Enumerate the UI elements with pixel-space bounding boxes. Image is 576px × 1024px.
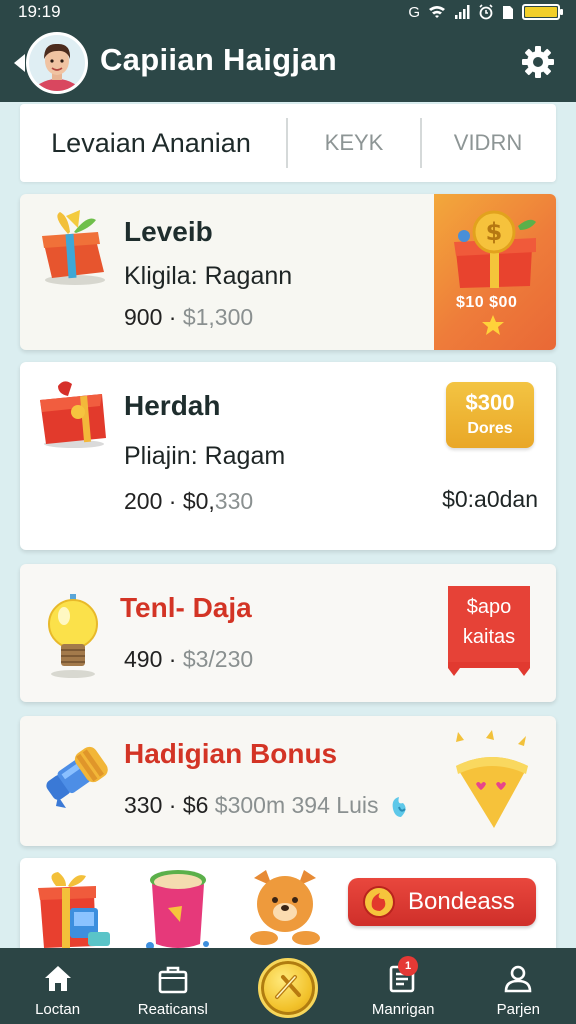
offer-price: 490 · $3/230 [124,646,253,673]
gift-box-icon [42,210,105,285]
ribbon-line-1: $apo [466,596,512,618]
nav-label: Manrigan [371,1001,435,1018]
offer-card-herdah[interactable]: Herdah Pliajin: Ragam 200 · $0,330 $300 … [20,362,556,550]
coin-icon[interactable] [258,958,318,1018]
g-icon: G [408,3,420,21]
avatar-portrait [29,35,85,91]
wifi-icon [429,6,445,18]
price-muted: 330 [214,488,254,514]
tab-levaian-ananian[interactable]: Levaian Ananian [20,104,286,182]
coin-emblem [275,975,301,999]
offer-subtitle: Kligila: Ragann [124,262,293,290]
offer-amount: $0:a0dan [442,486,538,512]
price-main: 490 · [124,646,177,672]
red-gift-box-icon [40,381,106,448]
paint-bucket-icon [146,870,209,950]
app-header: Capiian Haigjan [0,24,576,102]
price-main: 200 · $0, [124,488,215,514]
badge-amount: $300 [465,390,515,415]
app-title: Capiian Haigjan [100,42,338,77]
home-icon [44,966,71,991]
battery-icon [522,4,563,20]
price-muted: $3/230 [176,646,254,672]
tab-keyk[interactable]: KEYK [288,104,420,182]
status-bar: 19:19 G [0,0,576,24]
badge-label: Dores [467,420,513,437]
bag-icon [158,966,188,994]
nav-label: Parjen [496,1001,541,1018]
telescope-icon [46,746,108,808]
offer-title: Tenl- Daja [120,592,252,623]
offer-price: 330 · $6 $300m 394 Luis [124,792,411,819]
nav-item-parjen[interactable]: Parjen [461,948,576,1024]
flame-badge-icon [363,886,395,918]
star-icon [482,315,504,335]
ribbon-text: $apo kaitas [444,592,534,652]
lightbulb-icon [48,594,98,678]
status-time: 19:19 [18,2,61,21]
price-main: 330 · $6 [124,792,209,818]
price-main: 900 · [124,304,177,330]
nav-item-loctan[interactable]: Loctan [0,948,115,1024]
notification-badge: 1 [398,956,418,976]
rewards-card[interactable]: Bondeass [20,858,556,958]
offer-card-tenl-daja[interactable]: Tenl- Daja 490 · $3/230 $apo kaitas [20,564,556,702]
svg-text:$: $ [486,218,503,246]
nav-label: Loctan [35,1001,81,1018]
offer-subtitle: Pliajin: Ragam [124,442,286,470]
offer-card-hadigian-bonus[interactable]: Hadigian Bonus 330 · $6 $300m 394 Luis [20,716,556,846]
bear-icon [250,870,320,945]
gift-tablet-icon [38,872,110,948]
battery-level-fill [525,7,558,17]
offer-card-leveib[interactable]: Leveib Kligila: Ragann 900 · $1,300 $ $1… [20,194,556,350]
avatar[interactable] [26,32,88,94]
price-badge[interactable]: $300 Dores [446,382,534,448]
status-icons: G [408,3,563,21]
wave-icon [392,796,406,817]
tab-bar: Levaian Ananian KEYK VIDRN [20,104,556,182]
nav-label: Reaticansl [137,1001,208,1018]
alarm-icon [479,4,493,20]
ribbon-line-2: kaitas [462,626,516,648]
offer-price: 900 · $1,300 [124,304,253,331]
tab-vidrn[interactable]: VIDRN [422,104,554,182]
gear-icon[interactable] [520,44,556,80]
promo-panel[interactable]: $ $10 $00 [434,194,556,350]
sale-ribbon[interactable]: $apo kaitas [444,584,534,678]
profile-icon [505,965,532,993]
coin-gift-icon: $ [454,210,536,288]
offer-title: Herdah [124,390,221,421]
offer-price: 200 · $0,330 [124,488,253,515]
sim-icon [503,5,513,19]
bonus-button[interactable]: Bondeass [348,878,536,926]
offer-title: Hadigian Bonus [124,738,338,769]
pizza-slice-icon [456,730,528,828]
price-muted: $1,300 [176,304,254,330]
bonus-button-label: Bondeass [408,888,515,915]
signal-icon [455,5,470,19]
offer-title: Leveib [124,216,213,247]
price-muted: $300m 394 Luis [208,792,379,818]
promo-text: $10 $00 [456,294,518,311]
back-icon[interactable] [14,54,25,72]
nav-item-reaticansl[interactable]: Reaticansl [115,948,230,1024]
